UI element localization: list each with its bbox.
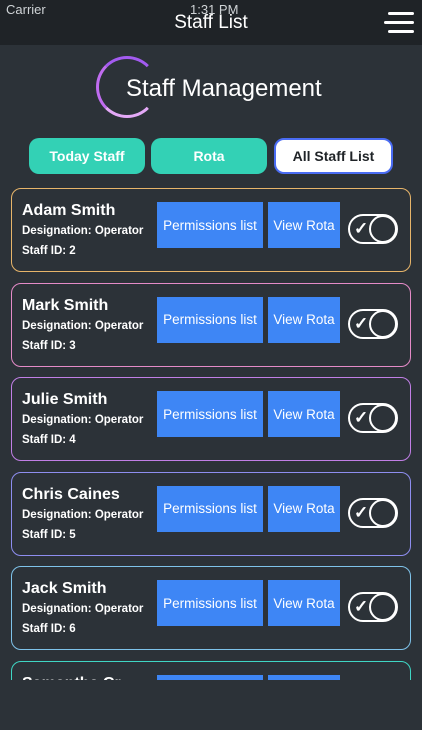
staff-designation: Designation: Operator <box>22 319 144 332</box>
permissions-list-button[interactable]: Permissions list <box>157 202 263 248</box>
staff-card: Mark Smith Designation: Operator Staff ID:… <box>11 282 411 367</box>
staff-toggle[interactable]: ✓ <box>348 497 398 528</box>
page-title: Staff List <box>174 12 248 33</box>
permissions-list-button[interactable]: Permissions list <box>157 485 263 532</box>
check-icon: ✓ <box>354 313 369 333</box>
staff-id: Staff ID: 5 <box>22 528 76 541</box>
view-rota-button[interactable]: View Rota <box>268 580 340 626</box>
hamburger-menu-icon[interactable] <box>384 10 414 34</box>
staff-id: Staff ID: 3 <box>22 339 76 352</box>
staff-card: Samantha Cr✓ <box>11 660 411 680</box>
staff-toggle[interactable]: ✓ <box>348 592 398 622</box>
staff-name: Chris Caines <box>22 485 120 503</box>
staff-name: Jack Smith <box>22 580 107 597</box>
brand-title: Staff Management <box>126 75 322 102</box>
toggle-knob <box>369 593 397 621</box>
staff-toggle[interactable]: ✓ <box>348 214 398 244</box>
view-rota-button[interactable]: View Rota <box>268 296 340 343</box>
staff-card: Adam Smith Designation: Operator Staff ID:… <box>11 188 411 272</box>
brand-header: Staff Management <box>96 56 336 124</box>
toggle-knob <box>369 404 397 432</box>
staff-card: Jack Smith Designation: Operator Staff ID:… <box>11 566 411 650</box>
staff-id: Staff ID: 6 <box>22 623 76 635</box>
staff-designation: Designation: Operator <box>22 225 144 237</box>
staff-list[interactable]: Adam Smith Designation: Operator Staff ID:… <box>0 184 422 680</box>
staff-toggle[interactable]: ✓ <box>348 308 398 339</box>
staff-designation: Designation: Operator <box>22 508 144 521</box>
permissions-list-button[interactable]: Permissions list <box>157 296 263 343</box>
check-icon: ✓ <box>354 408 369 427</box>
navigation-bar: Carrier 1:31 PM Staff List <box>0 0 422 45</box>
toggle-knob <box>369 309 397 338</box>
check-icon: ✓ <box>354 502 369 522</box>
staff-designation: Designation: Operator <box>22 603 144 615</box>
staff-id: Staff ID: 4 <box>22 434 76 446</box>
home-indicator <box>0 730 422 750</box>
staff-name: Adam Smith <box>22 202 116 219</box>
tab-today-staff[interactable]: Today Staff <box>29 138 145 174</box>
staff-toggle[interactable]: ✓ <box>348 403 398 433</box>
view-rota-button[interactable]: View Rota <box>268 485 340 532</box>
view-rota-button[interactable]: View Rota <box>268 391 340 437</box>
staff-id: Staff ID: 2 <box>22 245 76 257</box>
tab-rota[interactable]: Rota <box>151 138 267 174</box>
check-icon: ✓ <box>354 597 369 616</box>
staff-name: Mark Smith <box>22 296 109 314</box>
check-icon: ✓ <box>354 219 369 238</box>
view-rota-button[interactable]: View Rota <box>268 202 340 248</box>
staff-name: Julie Smith <box>22 391 108 408</box>
staff-card: Julie Smith Designation: Operator Staff ID… <box>11 377 411 461</box>
tab-all-staff-list[interactable]: All Staff List <box>274 138 393 174</box>
staff-card: Chris Caines Designation: Operator Staff I… <box>11 471 411 556</box>
permissions-list-button[interactable]: Permissions list <box>157 391 263 437</box>
bottom-bar <box>0 680 422 730</box>
toggle-knob <box>369 215 397 243</box>
permissions-list-button[interactable]: Permissions list <box>157 580 263 626</box>
staff-designation: Designation: Operator <box>22 414 144 426</box>
toggle-knob <box>369 498 397 527</box>
